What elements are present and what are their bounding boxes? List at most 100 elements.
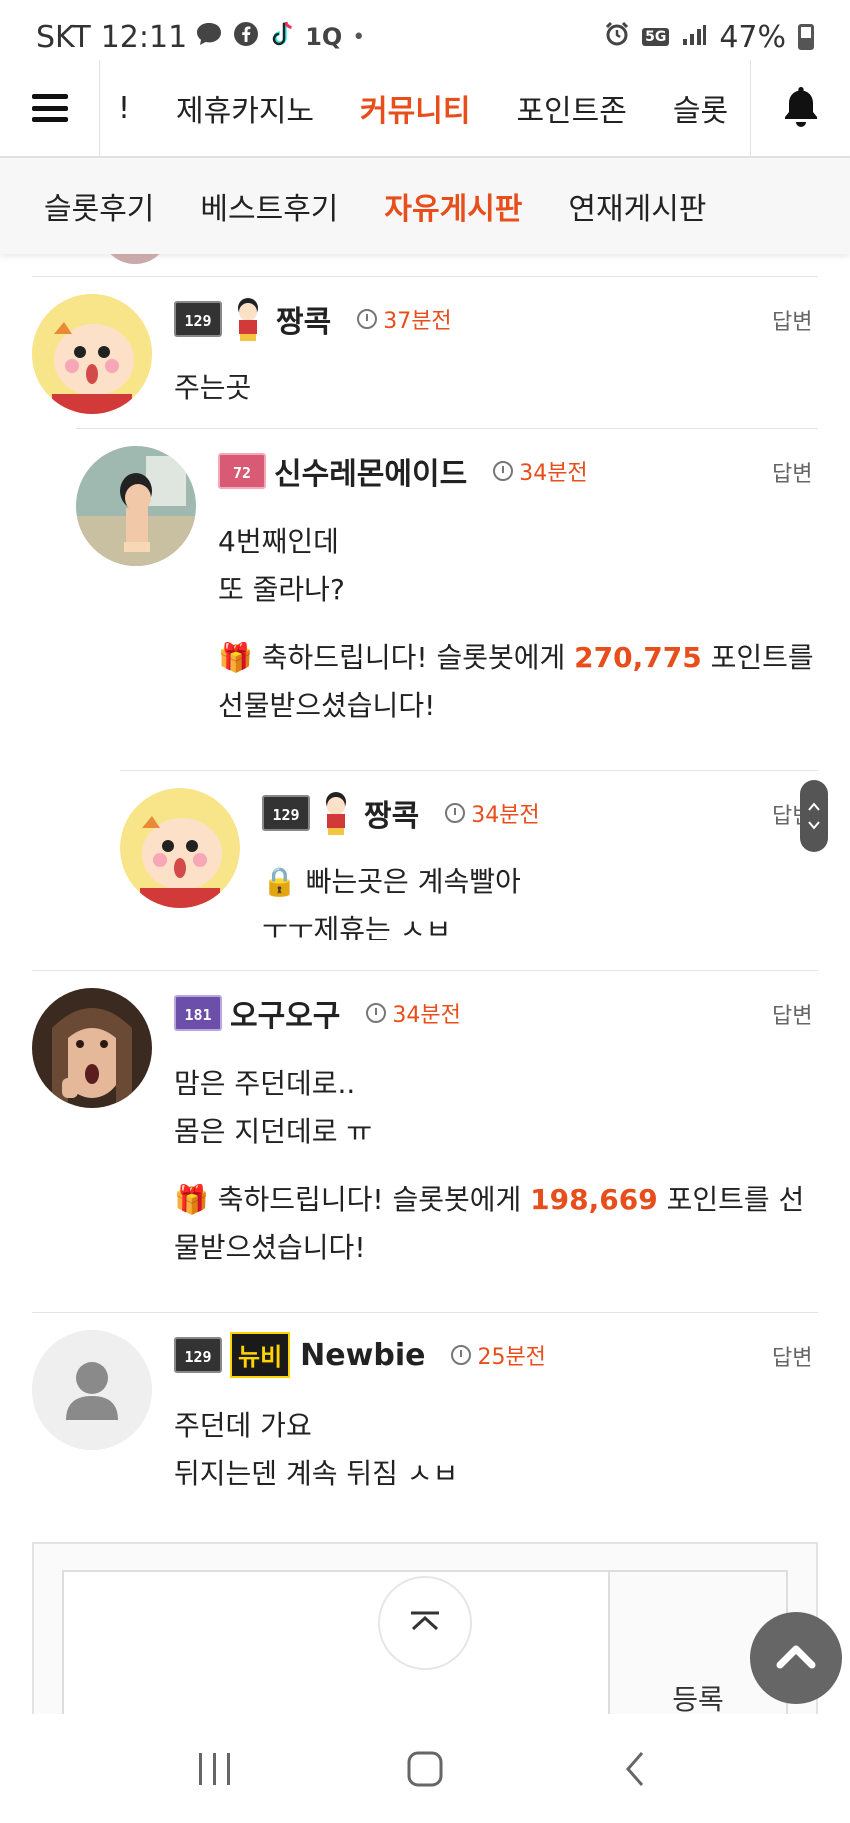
tab-slot-review[interactable]: 슬롯후기 [44,184,154,228]
dot-icon: • [352,24,366,50]
character-icon [318,790,354,836]
timestamp: 34분전 [493,455,588,487]
clock-icon [366,1003,387,1023]
divider [120,770,818,771]
home-button[interactable] [395,1739,455,1799]
back-button[interactable] [605,1739,665,1799]
gift-notice: 🎁 축하드립니다! 슬롯봇에게 198,669 포인트를 선 물받으셨습니다! [174,1176,818,1272]
scroll-to-top-button[interactable] [750,1612,842,1704]
comment-body: 4번째인데 또 줄라나? [218,518,345,614]
comment-line: ㅜㅜ제휴는 ㅅㅂ [262,913,452,940]
avatar [32,294,152,414]
gift-text: 축하드립니다! 슬롯봇에게 [217,1183,531,1216]
nav-item-notice[interactable]: ! [118,91,130,126]
timestamp: 37분전 [357,303,452,335]
signal-icon [681,20,707,55]
reply-button[interactable]: 답변 [772,456,812,488]
comment-header: 129 짱콕 37분전 [174,294,452,344]
gift-icon: 🎁 [174,1183,209,1216]
comment-header: 129 뉴비 Newbie 25분전 [174,1330,546,1380]
gift-text: 축하드립니다! 슬롯봇에게 [261,641,575,674]
reply-button[interactable]: 답변 [772,1340,812,1372]
gift-text: 물받으셨습니다! [174,1231,366,1264]
nickname[interactable]: Newbie [300,1338,425,1373]
comment-line: 맘은 주던데로.. [174,1067,356,1100]
bell-icon [781,84,821,132]
reply-button[interactable]: 답변 [772,304,812,336]
nickname[interactable]: 짱콕 [276,297,331,341]
level-badge: 72 [218,453,266,489]
divider [32,276,818,277]
comment-body: 🔒 빠는곳은 계속빨아 ㅜㅜ제휴는 ㅅㅂ [262,858,521,940]
battery-label: 47% [719,19,786,55]
reply-button[interactable]: 답변 [772,998,812,1030]
time-label: 34분전 [392,1003,461,1028]
hamburger-icon [31,94,68,122]
level-badge: 129 [174,1337,222,1373]
timestamp: 25분전 [451,1339,546,1371]
nickname[interactable]: 신수레몬에이드 [274,449,467,493]
time-label: 34분전 [471,803,540,828]
character-icon [230,296,266,342]
clock-icon [451,1345,472,1365]
scroll-top-button[interactable] [378,1576,472,1670]
clock-icon [493,461,514,481]
divider [32,970,818,971]
top-nav: ! 제휴카지노 커뮤니티 포인트존 슬롯 [0,60,850,158]
avatar [120,788,240,908]
comment-line: 주는곳 [174,371,252,404]
gift-icon: 🎁 [218,641,253,674]
comment-line: 주던데 가요 [174,1409,312,1442]
comment-line: 빠는곳은 계속빨아 [305,865,521,898]
comment-header: 72 신수레몬에이드 34분전 [218,446,588,496]
lock-icon: 🔒 [262,865,297,898]
tiktok-icon [269,20,295,55]
tab-serial-board[interactable]: 연재게시판 [568,184,706,228]
comment-line: 몸은 지던데로 ㅠ [174,1115,373,1148]
nav-items: ! 제휴카지노 커뮤니티 포인트존 슬롯 [100,60,750,156]
sub-tabs: 슬롯후기 베스트후기 자유게시판 연재게시판 [0,158,850,254]
gift-text: 선물받으셨습니다! [218,689,436,722]
avatar [76,446,196,566]
clock-label: 12:11 [100,19,188,55]
scroll-handle[interactable] [800,780,828,852]
comment-header: 181 오구오구 34분전 [174,988,461,1038]
recent-apps-button[interactable] [185,1739,245,1799]
tab-free-board[interactable]: 자유게시판 [384,184,522,228]
battery-icon [798,24,814,50]
comment-input[interactable] [62,1570,610,1730]
nickname[interactable]: 오구오구 [230,991,340,1035]
menu-button[interactable] [0,60,100,156]
divider [32,1312,818,1313]
system-nav-bar [0,1714,850,1823]
level-badge: 129 [262,795,310,831]
level-badge: 129 [174,301,222,337]
clock-icon [357,309,378,329]
time-label: 25분전 [477,1345,546,1370]
time-label: 34분전 [519,461,588,486]
nav-item-community[interactable]: 커뮤니티 [360,86,470,130]
avatar [100,254,170,264]
tab-best-review[interactable]: 베스트후기 [200,184,338,228]
comment-line: 뒤지는덴 계속 뒤짐 ㅅㅂ [174,1457,459,1490]
facebook-icon [233,21,259,54]
avatar [32,988,152,1108]
timestamp: 34분전 [445,797,540,829]
nav-item-slot[interactable]: 슬롯 [673,86,728,130]
chevron-up-icon [407,1609,443,1637]
avatar [32,1330,152,1450]
chat-icon [195,21,223,54]
app-icon: 1Q [305,23,343,51]
gift-points: 270,775 [574,641,702,674]
comment-header: 129 짱콕 34분전 [262,788,540,838]
time-label: 37분전 [383,309,452,334]
notification-button[interactable] [750,60,850,156]
nav-item-partner-casino[interactable]: 제휴카지노 [176,86,314,130]
nickname[interactable]: 짱콕 [364,791,419,835]
comment-body: 주는곳 [174,364,251,412]
comment-line: 4번째인데 [218,525,339,558]
comment-body: 주던데 가요 뒤지는덴 계속 뒤짐 ㅅㅂ [174,1402,458,1498]
alarm-icon [604,20,630,55]
comment-list: 129 짱콕 37분전 답변 주는곳 72 신수레몬에이드 34분전 답변 4번… [0,254,850,1714]
nav-item-point-zone[interactable]: 포인트존 [516,86,626,130]
